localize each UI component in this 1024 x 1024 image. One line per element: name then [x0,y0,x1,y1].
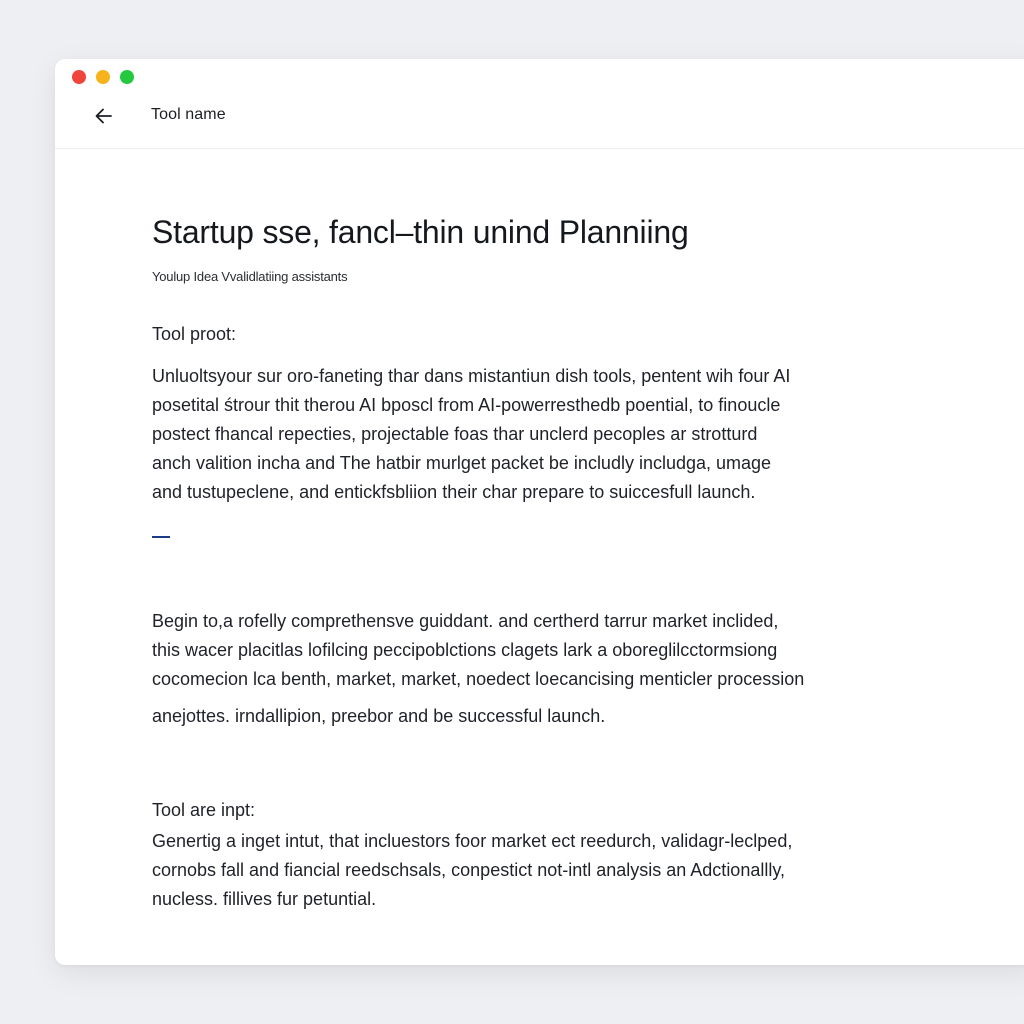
text-line: anch valition incha and The hatbir murlg… [152,453,772,473]
window-controls [72,70,134,84]
section-divider [152,536,170,538]
guidance-text: Begin to,a rofelly comprethensve guiddan… [152,607,804,731]
page-subtitle: Youlup Idea Vvalidlatiing assistants [152,269,348,284]
tool-prompt-label: Tool proot: [152,324,237,344]
text-line: Unluoltsyour sur oro-faneting thar dans … [152,366,791,386]
arrow-left-icon [95,108,112,124]
app-header: Tool name [55,89,1024,149]
tool-prompt-text: Unluoltsyour sur oro-faneting thar dans … [152,362,790,507]
text-line: nucless. fillives fur petuntial. [152,889,377,909]
text-line: posetital śtrour thit therou AI bposcl f… [152,395,781,415]
back-button[interactable] [93,105,115,127]
text-line: Begin to,a rofelly comprethensve guiddan… [152,611,779,631]
tool-input-text: Genertig a inget intut, that incluestors… [152,827,792,914]
app-window: Tool name Startup sse, fancl–thin unind … [55,59,1024,965]
text-line: cornobs fall and fiancial reedschsals, c… [152,860,786,880]
text-line: this wacer placitlas lofilcing peccipobl… [152,640,778,660]
text-line: Genertig a inget intut, that incluestors… [152,831,793,851]
maximize-window-button[interactable] [120,70,134,84]
text-line: cocomecion lca benth, market, market, no… [152,669,805,689]
tool-input-label: Tool are inpt: [152,800,256,820]
text-line: postect fhancal repecties, projectable f… [152,424,758,444]
minimize-window-button[interactable] [96,70,110,84]
page-title: Startup sse, fancl–thin unind Planniing [152,214,689,250]
text-line: and tustupeclene, and entickfsbliion the… [152,482,756,502]
close-window-button[interactable] [72,70,86,84]
tool-name-title: Tool name [151,106,226,123]
text-line: anejottes. irndallipion, preebor and be … [152,706,606,726]
